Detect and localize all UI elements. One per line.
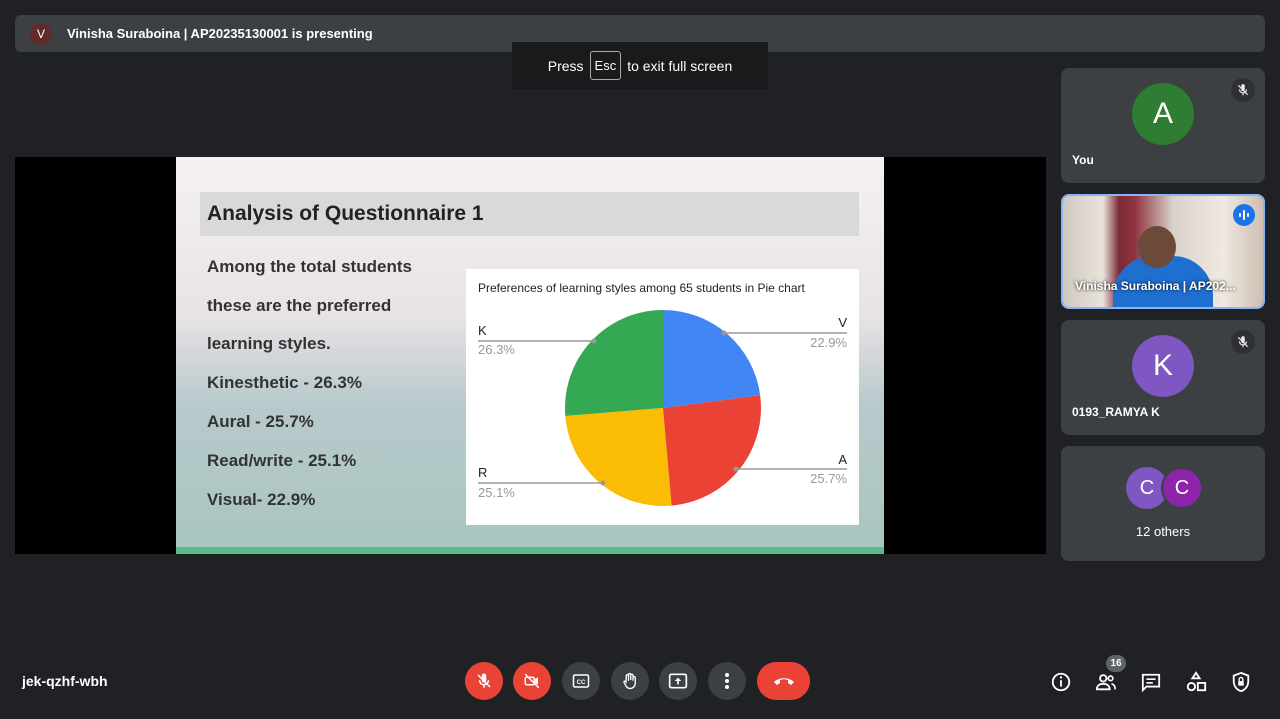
pie-label-a: A xyxy=(838,452,847,467)
slide-line: Kinesthetic - 26.3% xyxy=(207,373,362,392)
avatar: A xyxy=(1132,83,1194,145)
captions-icon: CC xyxy=(572,674,590,688)
participant-tile-ramya[interactable]: K 0193_RAMYA K xyxy=(1061,320,1265,435)
hint-rest: to exit full screen xyxy=(627,57,733,74)
participant-tile-you[interactable]: A You xyxy=(1061,68,1265,183)
activities-button[interactable] xyxy=(1184,670,1208,694)
camera-toggle-button[interactable] xyxy=(513,662,551,700)
presenter-banner-text: Vinisha Suraboina | AP20235130001 is pre… xyxy=(67,26,373,41)
pie-slice-v xyxy=(663,310,761,408)
svg-text:CC: CC xyxy=(577,680,586,686)
people-count-badge: 16 xyxy=(1106,655,1126,672)
slide-line: learning styles. xyxy=(207,334,331,353)
participant-name: 0193_RAMYA K xyxy=(1072,405,1160,419)
meeting-code: jek-qzhf-wbh xyxy=(22,673,108,689)
slide-line: these are the preferred xyxy=(207,296,392,315)
chat-icon xyxy=(1141,673,1161,692)
captions-button[interactable]: CC xyxy=(562,662,600,700)
more-options-icon xyxy=(725,673,729,689)
host-controls-button[interactable] xyxy=(1229,670,1253,694)
esc-key: Esc xyxy=(589,51,622,80)
raise-hand-icon xyxy=(623,672,636,690)
slide-line: Aural - 25.7% xyxy=(207,412,314,431)
slide-title: Analysis of Questionnaire 1 xyxy=(200,192,859,236)
chat-button[interactable] xyxy=(1139,670,1163,694)
presenter-avatar: V xyxy=(30,22,52,45)
hint-press: Press xyxy=(547,57,584,74)
present-icon xyxy=(668,673,688,689)
activities-icon xyxy=(1186,671,1207,692)
participant-name: Vinisha Suraboina | AP202... xyxy=(1075,279,1236,293)
leader-dot-a xyxy=(733,466,739,472)
fullscreen-hint: Press Esc to exit full screen xyxy=(512,42,768,89)
meeting-details-button[interactable] xyxy=(1049,670,1073,694)
raise-hand-button[interactable] xyxy=(611,662,649,700)
participant-name: You xyxy=(1072,153,1094,167)
pie-pct-r: 25.1% xyxy=(478,485,515,500)
info-icon xyxy=(1051,672,1071,692)
pie-svg xyxy=(478,310,847,506)
present-button[interactable] xyxy=(659,662,697,700)
pie-pct-a: 25.7% xyxy=(810,471,847,486)
slide-line: Read/write - 25.1% xyxy=(207,451,357,470)
mic-off-icon xyxy=(1231,78,1255,102)
mic-toggle-button[interactable] xyxy=(465,662,503,700)
people-button[interactable] xyxy=(1094,670,1118,694)
participant-head xyxy=(1138,226,1176,268)
end-call-button[interactable] xyxy=(757,662,810,700)
pie-label-r: R xyxy=(478,465,488,480)
mic-off-icon xyxy=(1231,330,1255,354)
mic-off-icon xyxy=(477,673,491,688)
more-options-button[interactable] xyxy=(708,662,746,700)
pie-chart: Preferences of learning styles among 65 … xyxy=(466,269,859,525)
camera-off-icon xyxy=(524,673,540,689)
participant-tile-presenter[interactable]: Vinisha Suraboina | AP202... xyxy=(1061,194,1265,309)
speaking-indicator-icon xyxy=(1233,204,1255,226)
pie-slice-r xyxy=(565,408,672,506)
slide-footer-bar xyxy=(176,547,884,554)
slide-line: Visual- 22.9% xyxy=(207,490,316,509)
people-icon xyxy=(1095,674,1116,691)
participant-tile-others[interactable]: C C 12 others xyxy=(1061,446,1265,561)
pie-pct-k: 26.3% xyxy=(478,342,515,357)
leader-dot-r xyxy=(600,480,606,486)
pie-label-v: V xyxy=(838,315,847,330)
end-call-icon xyxy=(773,678,794,685)
pie-slice-k xyxy=(565,310,663,416)
others-label: 12 others xyxy=(1135,524,1191,539)
pie-pct-v: 22.9% xyxy=(810,335,847,350)
pie-slice-a xyxy=(663,395,761,506)
leader-dot-v xyxy=(721,330,727,336)
shared-slide: Analysis of Questionnaire 1 Among the to… xyxy=(176,157,884,554)
pie-label-k: K xyxy=(478,323,487,338)
slide-line: Among the total students xyxy=(207,257,412,276)
host-controls-icon xyxy=(1232,671,1250,693)
avatar: K xyxy=(1132,335,1194,397)
avatar: C xyxy=(1161,467,1203,509)
leader-dot-k xyxy=(591,338,597,344)
